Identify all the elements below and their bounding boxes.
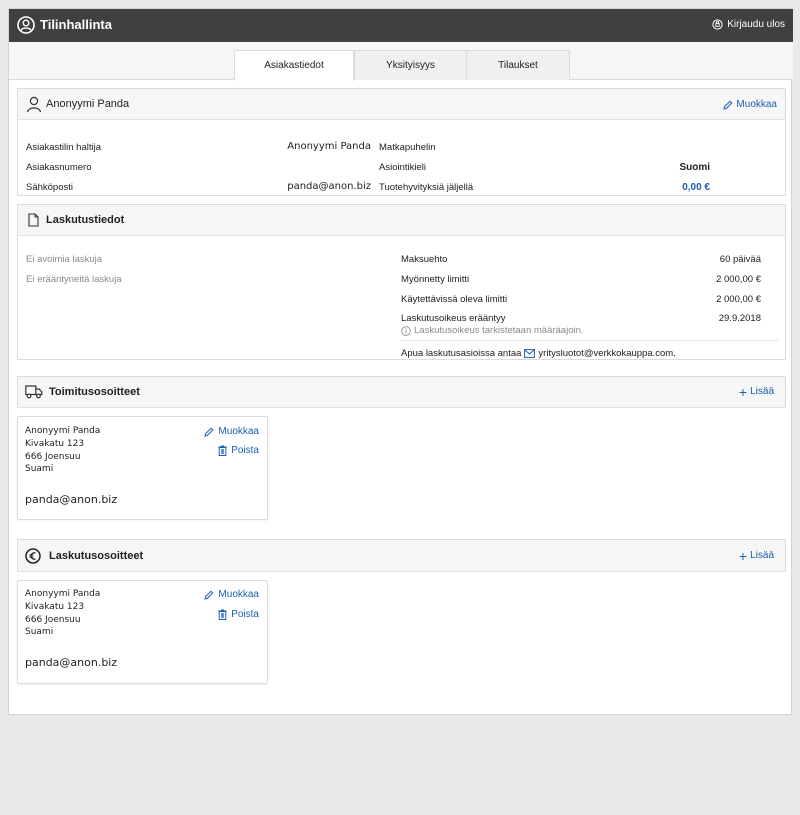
credits-value: 0,00 €	[682, 182, 710, 193]
delivery-address-name: Anonyymi Panda	[25, 426, 101, 436]
add-invoice-address-button[interactable]: + Lisää	[738, 547, 774, 564]
add-invoice-label: Lisää	[750, 550, 774, 561]
payment-terms-label: Maksuehto	[401, 254, 448, 265]
delivery-address-city: 666 Joensuu	[25, 452, 81, 462]
edit-delivery-address-button[interactable]: Muokkaa	[204, 426, 259, 437]
payment-terms-value: 60 päivää	[719, 254, 761, 265]
delivery-title: Toimitusosoitteet	[49, 386, 140, 398]
email-value: panda@anon.biz	[287, 181, 371, 192]
euro-coin-icon	[25, 548, 41, 564]
delete-invoice-label: Poista	[231, 609, 259, 620]
billing-help-email-link[interactable]: yritysluotot@verkkokauppa.com	[538, 348, 673, 359]
language-value: Suomi	[679, 162, 710, 173]
trash-icon	[218, 609, 227, 620]
available-limit-label: Käytettävissä oleva limitti	[401, 294, 508, 305]
account-page: Tilinhallinta Kirjaudu ulos Asiakastiedo…	[8, 8, 793, 715]
billing-divider	[401, 340, 778, 341]
logout-button[interactable]: Kirjaudu ulos	[712, 19, 785, 30]
granted-limit-label: Myönnetty limitti	[401, 274, 470, 285]
edit-delivery-label: Muokkaa	[218, 426, 259, 437]
document-icon	[28, 213, 39, 227]
delete-delivery-label: Poista	[231, 445, 259, 456]
info-note-text: Laskutusoikeus tarkistetaan määräajoin.	[414, 325, 584, 336]
customer-number-label: Asiakasnumero	[26, 162, 92, 173]
tab-orders[interactable]: Tilaukset	[466, 50, 570, 80]
tab-bar: Asiakastiedot Yksityisyys Tilaukset	[9, 42, 793, 81]
info-icon	[401, 325, 411, 336]
trash-icon	[218, 445, 227, 456]
plus-icon: +	[738, 547, 748, 564]
invoice-address-email: panda@anon.biz	[25, 656, 118, 669]
billing-title: Laskutustiedot	[46, 214, 125, 226]
plus-icon: +	[738, 383, 748, 400]
delivery-address-street: Kivakatu 123	[25, 439, 85, 449]
edit-customer-label: Muokkaa	[736, 99, 777, 110]
delete-invoice-address-button[interactable]: Poista	[218, 609, 259, 620]
mobile-label: Matkapuhelin	[379, 142, 436, 153]
person-icon	[26, 96, 42, 113]
billing-card-header: Laskutustiedot	[18, 205, 785, 236]
edit-invoice-label: Muokkaa	[218, 589, 259, 600]
billing-info-note: Laskutusoikeus tarkistetaan määräajoin.	[401, 325, 584, 336]
granted-limit-value: 2 000,00 €	[716, 274, 761, 285]
delivery-section: Toimitusosoitteet + Lisää	[17, 376, 786, 408]
user-circle-icon	[17, 16, 35, 34]
no-overdue-invoices: Ei erääntyneitä laskuja	[26, 274, 122, 285]
billing-help-suffix: .	[673, 348, 676, 359]
language-label: Asiointikieli	[379, 162, 426, 173]
invoice-address-card: Anonyymi Panda Kivakatu 123 666 Joensuu …	[17, 580, 268, 684]
no-open-invoices: Ei avoimia laskuja	[26, 254, 103, 265]
delivery-address-country: Suami	[25, 464, 54, 474]
page-title: Tilinhallinta	[40, 17, 112, 32]
delivery-header: Toimitusosoitteet + Lisää	[18, 377, 785, 408]
tab-privacy[interactable]: Yksityisyys	[354, 50, 467, 80]
invoice-address-city: 666 Joensuu	[25, 615, 81, 625]
edit-invoice-address-button[interactable]: Muokkaa	[204, 589, 259, 600]
truck-icon	[25, 385, 43, 399]
tab-customer-info[interactable]: Asiakastiedot	[234, 50, 354, 81]
logout-label: Kirjaudu ulos	[727, 19, 785, 30]
account-holder-label: Asiakastilin haltija	[26, 142, 101, 153]
customer-name-heading: Anonyymi Panda	[46, 98, 130, 110]
add-delivery-address-button[interactable]: + Lisää	[738, 383, 774, 400]
email-label: Sähköposti	[26, 182, 74, 193]
invoice-header: Laskutusosoitteet + Lisää	[18, 540, 785, 572]
envelope-icon	[524, 349, 536, 358]
credits-label: Tuotehyvityksiä jäljellä	[379, 182, 474, 193]
billing-right-expiry-value: 29.9.2018	[718, 313, 761, 324]
pencil-icon	[204, 590, 214, 600]
invoice-address-street: Kivakatu 123	[25, 602, 85, 612]
pencil-icon	[723, 100, 733, 110]
billing-card: Laskutustiedot Ei avoimia laskuja Ei erä…	[17, 204, 786, 360]
billing-help-text: Apua laskutusasioissa antaa	[401, 348, 522, 359]
logout-icon	[712, 19, 723, 30]
billing-right-expiry-label: Laskutusoikeus erääntyy	[401, 313, 506, 324]
invoice-address-country: Suami	[25, 627, 54, 637]
top-bar: Tilinhallinta Kirjaudu ulos	[9, 9, 793, 42]
invoice-title: Laskutusosoitteet	[49, 550, 144, 562]
invoice-address-name: Anonyymi Panda	[25, 589, 101, 599]
add-delivery-label: Lisää	[750, 386, 774, 397]
available-limit-value: 2 000,00 €	[716, 294, 761, 305]
invoice-section: Laskutusosoitteet + Lisää	[17, 539, 786, 572]
pencil-icon	[204, 427, 214, 437]
delete-delivery-address-button[interactable]: Poista	[218, 445, 259, 456]
account-holder-value: Anonyymi Panda	[287, 141, 371, 152]
delivery-address-card: Anonyymi Panda Kivakatu 123 666 Joensuu …	[17, 416, 268, 520]
customer-card: Anonyymi Panda Muokkaa Asiakastilin halt…	[17, 88, 786, 196]
billing-help: Apua laskutusasioissa antaa yritysluotot…	[401, 348, 676, 359]
edit-customer-button[interactable]: Muokkaa	[723, 99, 777, 110]
customer-card-header: Anonyymi Panda Muokkaa	[18, 89, 785, 120]
delivery-address-email: panda@anon.biz	[25, 493, 118, 506]
